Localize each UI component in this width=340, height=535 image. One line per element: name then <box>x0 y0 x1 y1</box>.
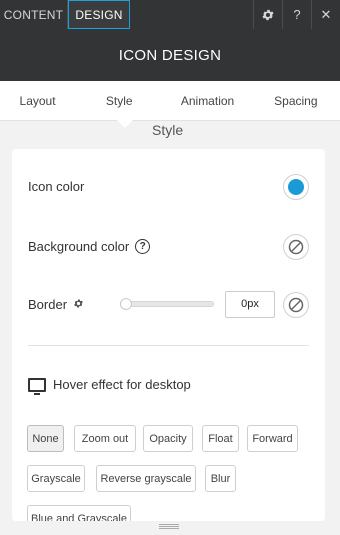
tab-design[interactable]: DESIGN <box>68 0 130 29</box>
style-panel: Icon color Background color ? Border 0px <box>12 149 325 521</box>
monitor-icon <box>28 377 46 395</box>
background-color-none-button[interactable] <box>283 234 309 260</box>
section-heading-text: Style <box>152 122 184 138</box>
hover-effect-row: Hover effect for desktop <box>28 377 191 395</box>
border-row: Border <box>28 297 84 312</box>
gear-icon <box>74 298 83 308</box>
top-bar: CONTENT DESIGN ? ✕ <box>0 0 340 29</box>
subtab-spacing[interactable]: Spacing <box>252 81 340 120</box>
help-icon[interactable]: ? <box>135 239 151 254</box>
help-button[interactable]: ? <box>282 0 311 29</box>
resize-handle[interactable] <box>159 524 179 529</box>
subtab-animation[interactable]: Animation <box>163 81 251 120</box>
panel-title: ICON DESIGN <box>118 46 222 64</box>
hover-option-blur[interactable]: Blur <box>205 465 236 492</box>
no-color-icon <box>288 239 304 255</box>
hover-option-blue-and-grayscale[interactable]: Blue and Grayscale <box>27 505 131 521</box>
hover-option-forward[interactable]: Forward <box>247 425 298 452</box>
close-button[interactable]: ✕ <box>311 0 340 29</box>
background-color-row: Background color ? <box>28 239 151 254</box>
subtab-layout[interactable]: Layout <box>0 81 75 120</box>
settings-button[interactable] <box>253 0 282 29</box>
icon-color-row: Icon color <box>28 179 84 194</box>
hover-effect-label: Hover effect for desktop <box>53 377 191 392</box>
tab-content[interactable]: CONTENT <box>0 0 68 29</box>
hover-option-float[interactable]: Float <box>202 425 239 452</box>
subtab-style[interactable]: Style <box>75 81 163 120</box>
panel-header: ICON DESIGN <box>0 29 340 81</box>
close-icon: ✕ <box>320 6 332 22</box>
section-heading: Style <box>0 121 340 139</box>
border-slider[interactable] <box>120 298 214 310</box>
border-none-button[interactable] <box>283 292 309 318</box>
section-divider <box>28 345 309 346</box>
border-settings-icon[interactable] <box>73 298 84 312</box>
background-color-label: Background color <box>28 239 130 254</box>
border-slider-handle[interactable] <box>120 298 132 310</box>
gear-icon <box>262 9 274 20</box>
subtab-bar: Layout Style Animation Spacing <box>0 81 340 121</box>
hover-option-reverse-grayscale[interactable]: Reverse grayscale <box>96 465 196 492</box>
border-label: Border <box>28 297 68 312</box>
icon-color-picker[interactable] <box>283 174 309 200</box>
border-width-input[interactable]: 0px <box>225 291 275 318</box>
hover-option-opacity[interactable]: Opacity <box>143 425 193 452</box>
hover-option-none[interactable]: None <box>27 425 64 452</box>
help-label: ? <box>293 7 301 22</box>
icon-color-swatch <box>288 179 304 195</box>
icon-color-label: Icon color <box>28 179 85 194</box>
hover-option-zoom-out[interactable]: Zoom out <box>74 425 136 452</box>
hover-option-grayscale[interactable]: Grayscale <box>27 465 85 492</box>
no-color-icon <box>288 297 304 313</box>
